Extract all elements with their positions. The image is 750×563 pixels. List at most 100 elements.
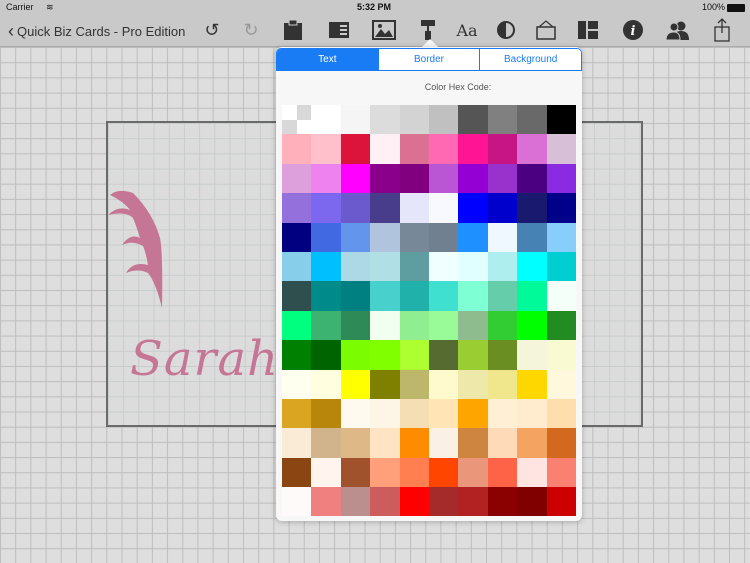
color-swatch[interactable]: [517, 310, 547, 341]
color-swatch[interactable]: [282, 251, 312, 282]
color-swatch[interactable]: [399, 340, 429, 370]
color-swatch[interactable]: [458, 310, 488, 341]
color-swatch[interactable]: [546, 251, 576, 282]
color-swatch[interactable]: [458, 134, 488, 164]
color-swatch[interactable]: [487, 310, 518, 341]
color-swatch[interactable]: [428, 251, 459, 282]
color-swatch[interactable]: [370, 398, 400, 429]
color-swatch[interactable]: [458, 163, 488, 194]
color-swatch[interactable]: [282, 487, 312, 517]
color-swatch[interactable]: [546, 281, 576, 311]
color-swatch[interactable]: [282, 369, 312, 399]
color-swatch[interactable]: [340, 369, 371, 399]
color-swatch[interactable]: [311, 428, 341, 458]
color-swatch[interactable]: [458, 428, 488, 458]
color-swatch[interactable]: [282, 281, 312, 311]
color-swatch[interactable]: [517, 134, 547, 164]
color-swatch[interactable]: [282, 134, 312, 164]
color-swatch[interactable]: [428, 369, 459, 399]
color-swatch[interactable]: [458, 398, 488, 429]
color-swatch[interactable]: [370, 222, 400, 252]
color-swatch[interactable]: [399, 398, 429, 429]
color-swatch[interactable]: [487, 369, 518, 399]
tab-background[interactable]: Background: [479, 49, 581, 70]
color-swatch[interactable]: [311, 105, 341, 135]
color-swatch[interactable]: [370, 428, 400, 458]
color-swatch[interactable]: [517, 398, 547, 429]
share-icon[interactable]: [710, 18, 734, 42]
color-swatch[interactable]: [340, 163, 371, 194]
template-icon[interactable]: [576, 19, 600, 41]
color-swatch[interactable]: [546, 163, 576, 194]
color-swatch[interactable]: [546, 487, 576, 517]
color-swatch[interactable]: [428, 105, 459, 135]
color-swatch[interactable]: [311, 398, 341, 429]
clipboard-icon[interactable]: [281, 19, 305, 41]
color-swatch[interactable]: [399, 428, 429, 458]
color-swatch[interactable]: [311, 251, 341, 282]
color-swatch[interactable]: [340, 457, 371, 488]
color-swatch[interactable]: [340, 428, 371, 458]
color-swatch[interactable]: [340, 134, 371, 164]
color-swatch[interactable]: [546, 310, 576, 341]
color-swatch[interactable]: [546, 428, 576, 458]
color-swatch[interactable]: [340, 193, 371, 223]
color-swatch[interactable]: [517, 105, 547, 135]
color-swatch[interactable]: [282, 457, 312, 488]
color-swatch[interactable]: [311, 222, 341, 252]
color-swatch[interactable]: [458, 251, 488, 282]
color-swatch[interactable]: [399, 457, 429, 488]
color-swatch[interactable]: [428, 457, 459, 488]
color-swatch[interactable]: [311, 369, 341, 399]
color-swatch[interactable]: [546, 193, 576, 223]
color-swatch[interactable]: [311, 281, 341, 311]
color-swatch[interactable]: [370, 134, 400, 164]
color-swatch[interactable]: [546, 340, 576, 370]
color-swatch[interactable]: [487, 281, 518, 311]
color-swatch[interactable]: [340, 487, 371, 517]
color-swatch[interactable]: [517, 193, 547, 223]
tab-border[interactable]: Border: [377, 49, 480, 70]
paint-roller-icon[interactable]: [416, 19, 440, 41]
feather-graphic[interactable]: [108, 173, 198, 323]
color-swatch[interactable]: [487, 222, 518, 252]
color-swatch[interactable]: [282, 193, 312, 223]
color-swatch[interactable]: [311, 340, 341, 370]
color-swatch[interactable]: [311, 310, 341, 341]
color-swatch[interactable]: [546, 222, 576, 252]
color-swatch[interactable]: [517, 340, 547, 370]
color-swatch[interactable]: [517, 487, 547, 517]
color-swatch[interactable]: [340, 398, 371, 429]
color-swatch[interactable]: [428, 310, 459, 341]
color-swatch[interactable]: [340, 105, 371, 135]
contrast-icon[interactable]: [494, 19, 518, 41]
color-swatch[interactable]: [458, 340, 488, 370]
color-swatch[interactable]: [282, 398, 312, 429]
color-swatch[interactable]: [487, 251, 518, 282]
color-swatch[interactable]: [311, 134, 341, 164]
color-swatch[interactable]: [487, 163, 518, 194]
color-swatch[interactable]: [487, 428, 518, 458]
color-swatch[interactable]: [428, 398, 459, 429]
color-swatch[interactable]: [311, 163, 341, 194]
color-swatch[interactable]: [428, 340, 459, 370]
color-swatch[interactable]: [458, 281, 488, 311]
frame-icon[interactable]: [534, 19, 558, 41]
color-swatch[interactable]: [370, 193, 400, 223]
color-swatch[interactable]: [458, 487, 488, 517]
color-swatch[interactable]: [282, 310, 312, 341]
color-swatch[interactable]: [517, 281, 547, 311]
color-swatch[interactable]: [370, 163, 400, 194]
font-icon[interactable]: Aa: [455, 19, 479, 41]
color-swatch[interactable]: [428, 428, 459, 458]
color-swatch[interactable]: [399, 105, 429, 135]
color-swatch[interactable]: [517, 369, 547, 399]
color-swatch[interactable]: [517, 222, 547, 252]
color-swatch[interactable]: [458, 105, 488, 135]
color-swatch[interactable]: [428, 134, 459, 164]
info-icon[interactable]: i: [621, 19, 645, 41]
color-swatch[interactable]: [546, 369, 576, 399]
card-name-text[interactable]: Sarah: [130, 331, 279, 387]
color-swatch[interactable]: [487, 457, 518, 488]
contacts-icon[interactable]: [666, 19, 690, 41]
